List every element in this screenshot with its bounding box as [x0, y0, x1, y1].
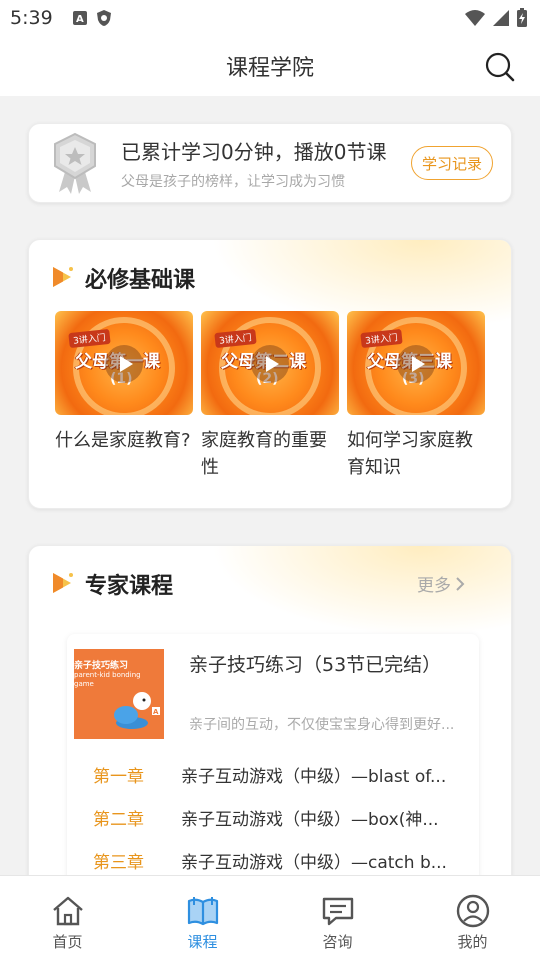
study-stats-card: 已累计学习0分钟，播放0节课 父母是孩子的榜样，让学习成为习惯 学习记录 — [28, 123, 512, 203]
expert-courses-card: 专家课程 更多 亲子技巧练习 parent-kid bonding game A… — [28, 545, 512, 875]
nav-item-courses[interactable]: 课程 — [135, 876, 270, 960]
course-thumbnail[interactable]: 3讲入门 父母第三课 (3) — [347, 311, 485, 415]
chapter-row[interactable]: 第一章 亲子互动游戏（中级）—blast of... — [93, 762, 446, 787]
page-title: 课程学院 — [225, 56, 314, 81]
status-time: 5:39 — [10, 7, 53, 29]
svg-text:A: A — [153, 708, 159, 716]
course-name[interactable]: 家庭教育的重要性 — [201, 427, 339, 481]
course-tile[interactable]: 3讲入门 父母第三课 (3) 如何学习家庭教育知识 — [347, 311, 485, 481]
baby-illustration-icon: A — [114, 692, 160, 729]
status-icons-left: A — [72, 9, 112, 27]
study-record-button[interactable]: 学习记录 — [410, 146, 493, 180]
section-play-icon — [53, 573, 73, 593]
book-cover[interactable]: 亲子技巧练习 parent-kid bonding game A — [74, 649, 164, 739]
chapter-row[interactable]: 第三章 亲子互动游戏（中级）—catch b... — [93, 848, 447, 873]
course-name[interactable]: 如何学习家庭教育知识 — [347, 427, 485, 481]
home-icon — [52, 896, 83, 926]
course-tile[interactable]: 3讲入门 父母第二课 (2) 家庭教育的重要性 — [201, 311, 339, 481]
section-title-required: 必修基础课 — [85, 268, 196, 293]
course-thumbnail[interactable]: 3讲入门 父母第二课 (2) — [201, 311, 339, 415]
study-summary: 已累计学习0分钟，播放0节课 — [121, 140, 387, 164]
search-icon[interactable] — [484, 51, 516, 83]
nav-item-home[interactable]: 首页 — [0, 876, 135, 960]
required-courses-card: 必修基础课 3讲入门 父母第一课 (1) 什么是家庭教育? 3讲入门 父母第二课… — [28, 239, 512, 509]
chapter-title: 亲子互动游戏（中级）—blast of... — [181, 767, 447, 787]
nav-label: 我的 — [457, 933, 488, 951]
chevron-right-icon — [456, 576, 465, 591]
book-icon — [187, 897, 218, 926]
nav-item-consult[interactable]: 咨询 — [270, 876, 405, 960]
chapter-row[interactable]: 第二章 亲子互动游戏（中级）—box(神... — [93, 805, 439, 830]
play-icon[interactable] — [397, 345, 435, 383]
section-play-icon — [53, 267, 73, 287]
more-label: 更多 — [417, 576, 451, 596]
chat-icon — [322, 897, 353, 926]
medal-icon — [54, 132, 96, 194]
user-icon — [456, 894, 489, 928]
chapter-label: 第三章 — [93, 853, 144, 873]
battery-charging-icon — [517, 8, 527, 27]
book-description: 亲子间的互动，不仅使宝宝身心得到更好... — [189, 717, 455, 733]
course-name[interactable]: 什么是家庭教育? — [55, 427, 193, 454]
nav-label: 课程 — [187, 933, 218, 951]
a-notification-icon: A — [73, 11, 87, 25]
more-link[interactable]: 更多 — [417, 571, 465, 596]
bottom-nav: 首页 课程 咨询 我的 — [0, 875, 540, 960]
shield-notification-icon — [97, 10, 111, 26]
app-header: 课程学院 — [0, 36, 540, 96]
chapter-label: 第一章 — [93, 767, 144, 787]
course-book-card[interactable]: 亲子技巧练习 parent-kid bonding game A 亲子技巧练习（… — [67, 634, 479, 875]
signal-icon — [493, 10, 509, 26]
course-tile[interactable]: 3讲入门 父母第一课 (1) 什么是家庭教育? — [55, 311, 193, 454]
course-thumbnail[interactable]: 3讲入门 父母第一课 (1) — [55, 311, 193, 415]
study-motto: 父母是孩子的榜样，让学习成为习惯 — [121, 174, 345, 190]
wifi-icon — [465, 10, 485, 26]
book-title[interactable]: 亲子技巧练习（53节已完结） — [189, 650, 441, 677]
chapter-label: 第二章 — [93, 810, 144, 830]
status-icons-right — [464, 8, 528, 28]
play-icon[interactable] — [251, 345, 289, 383]
nav-label: 咨询 — [322, 933, 353, 951]
section-title-expert: 专家课程 — [85, 574, 174, 599]
status-bar: 5:39 A — [0, 0, 540, 36]
nav-item-profile[interactable]: 我的 — [405, 876, 540, 960]
chapter-title: 亲子互动游戏（中级）—catch b... — [181, 853, 447, 873]
content-scroll[interactable]: 已累计学习0分钟，播放0节课 父母是孩子的榜样，让学习成为习惯 学习记录 必修基… — [0, 96, 540, 875]
play-icon[interactable] — [105, 345, 143, 383]
svg-text:A: A — [76, 14, 84, 25]
nav-label: 首页 — [52, 933, 83, 951]
chapter-title: 亲子互动游戏（中级）—box(神... — [181, 810, 439, 830]
section-glow — [211, 546, 511, 636]
